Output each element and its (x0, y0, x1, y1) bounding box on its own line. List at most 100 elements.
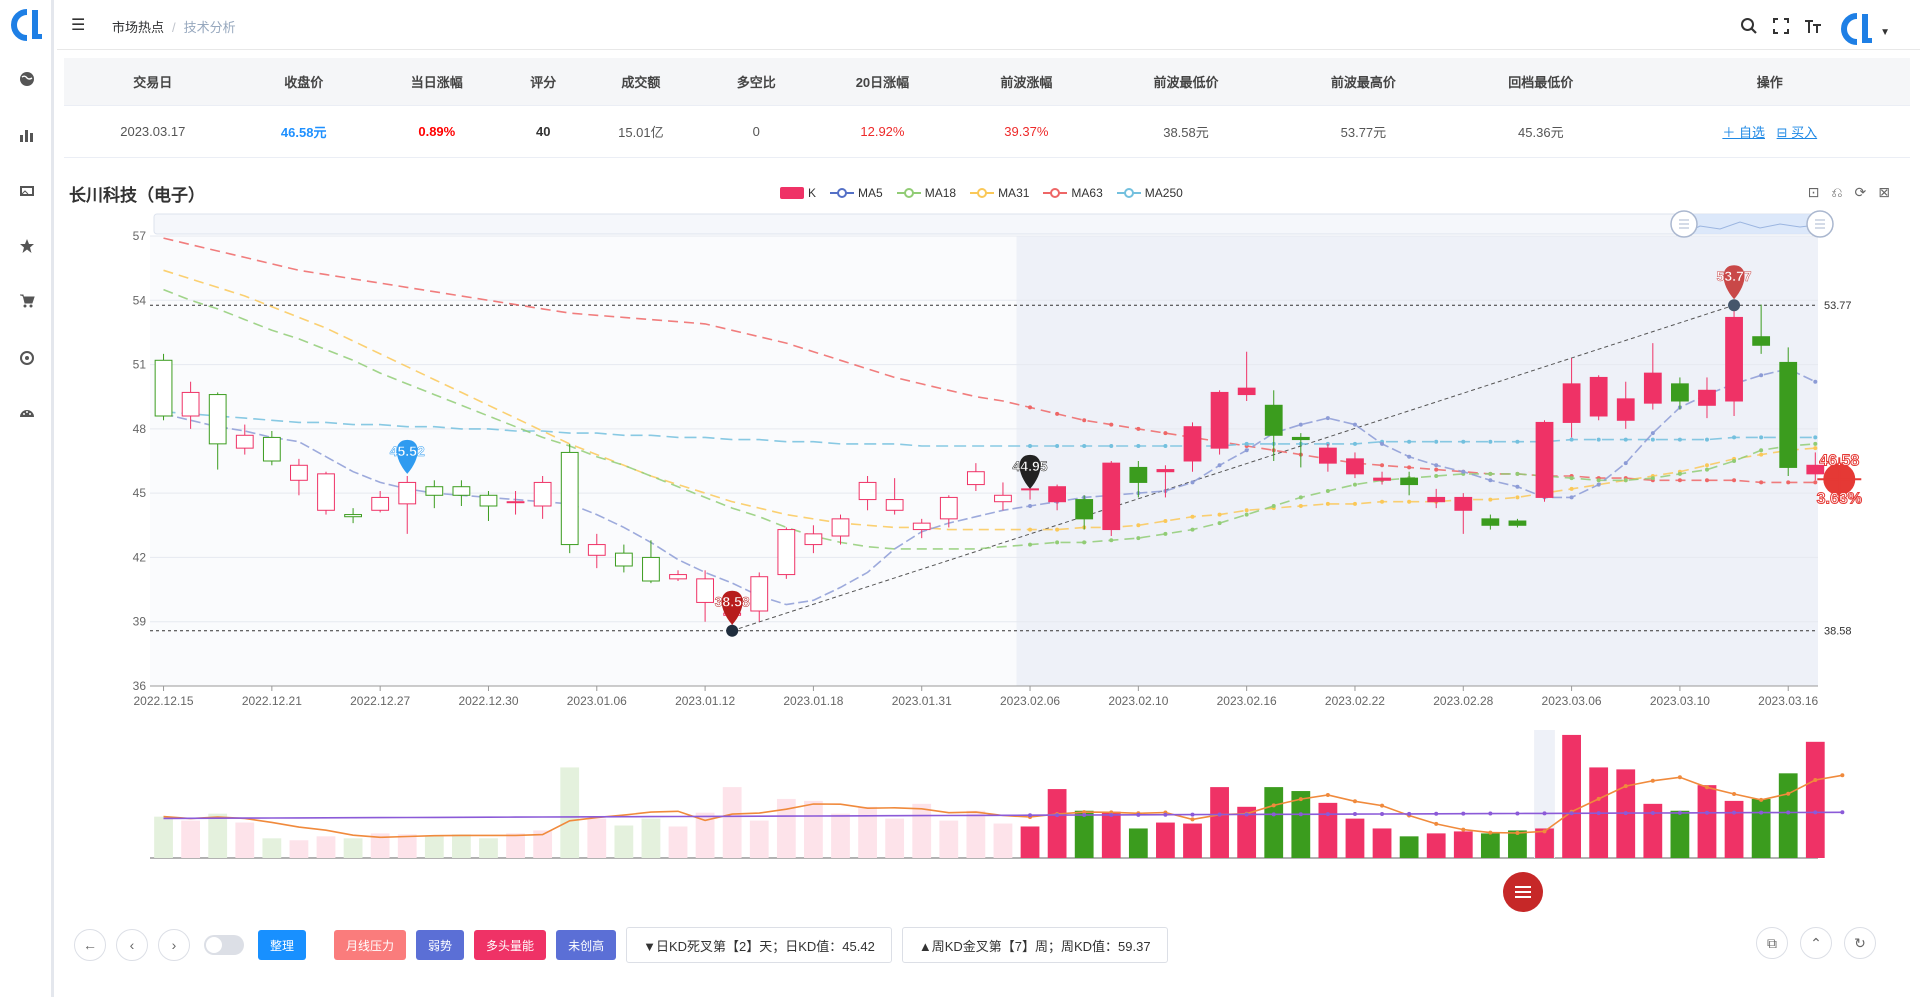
ma5-line-point (1190, 480, 1195, 485)
candle-body (1535, 421, 1554, 498)
ma63-line-point (1163, 431, 1168, 436)
ma18-line-point (1813, 441, 1818, 446)
ma5-line-point (1515, 484, 1520, 489)
volume-ma5-line-point (1732, 792, 1737, 796)
volume-ma5-line-point (1271, 803, 1276, 808)
volume-ma-long-line-point (1515, 811, 1520, 816)
volume-bar (1399, 836, 1419, 858)
candle-body (669, 574, 687, 580)
volume-ma-long-line-point (1704, 810, 1709, 815)
ma250-line-point (1028, 444, 1033, 448)
volume-bar (208, 813, 228, 858)
candle-body (1508, 520, 1527, 526)
month-pressure-button[interactable]: 月线压力 (334, 930, 407, 960)
candle-body (452, 486, 471, 496)
no-new-high-button[interactable]: 未创高 (556, 930, 617, 960)
copy-icon[interactable]: ⧉ (1756, 927, 1788, 959)
volume-bar (1020, 826, 1040, 858)
candle-body (1427, 496, 1446, 503)
candle-body (1048, 486, 1067, 503)
candle-body (371, 496, 390, 511)
candle-body (1291, 436, 1310, 441)
volume-bar (1562, 734, 1581, 858)
volume-bar (939, 820, 959, 858)
ma250-line-point (1813, 435, 1818, 440)
volume-bar (397, 834, 417, 858)
volume-bar (1480, 833, 1500, 858)
candle (1589, 375, 1608, 421)
volume-ma-long-line-point (1109, 812, 1114, 817)
ma31-line-point (1217, 512, 1222, 517)
volume-bar (993, 823, 1013, 858)
volume-bar (1101, 811, 1121, 858)
collapse-up-icon[interactable]: ⌃ (1800, 927, 1832, 959)
candle (1779, 347, 1798, 476)
volume-ma-long-line-point (1786, 810, 1791, 815)
y-tick-label: 54 (133, 293, 147, 307)
x-tick-label: 2022.12.15 (134, 694, 194, 708)
ma5-line-point (1488, 478, 1493, 483)
ma63-line-point (1082, 418, 1087, 423)
ma63-line-point (1407, 465, 1412, 470)
kline-chart[interactable]: 36 39 42 45 48 51 54 57 2022.12.15 2022.12.21 2022… (0, 0, 1920, 997)
volume-bar (1345, 818, 1365, 858)
volume-bar (1724, 800, 1744, 858)
candle-body (1156, 469, 1175, 473)
candle-body (1671, 383, 1689, 402)
ma250-line-point (1759, 435, 1764, 440)
volume-bar (749, 820, 769, 858)
candle-body (1373, 477, 1391, 481)
volume-bar (154, 816, 173, 858)
bull-volume-button[interactable]: 多头量能 (474, 930, 547, 960)
volume-ma-long-line-point (1434, 811, 1439, 816)
ma5-line-point (1028, 504, 1033, 508)
volume-bar (1318, 802, 1338, 858)
candle-body (1075, 499, 1094, 520)
volume-ma5-line-point (1298, 797, 1303, 802)
volume-ma-long-line-point (1190, 812, 1195, 817)
ma18-line-point (1569, 476, 1574, 481)
organize-button[interactable]: 整理 (258, 930, 307, 960)
ma63-line-point (1786, 480, 1791, 485)
ma63-line-point (1759, 480, 1764, 485)
volume-bar (587, 818, 607, 858)
volume-ma-long-line-point (1271, 812, 1276, 817)
weak-button[interactable]: 弱势 (416, 930, 465, 960)
volume-bar (181, 820, 201, 858)
mode-toggle[interactable] (204, 935, 244, 955)
ma63-line-point (1136, 426, 1141, 431)
volume-bar (1074, 810, 1094, 858)
volume-ma-long-line-point (1596, 811, 1601, 816)
volume-bar (614, 825, 634, 858)
ma18-line-point (1217, 521, 1222, 526)
y-tick-label: 42 (133, 550, 147, 564)
back-arrow-icon[interactable]: ← (74, 929, 106, 961)
ma250-line-point (1488, 439, 1493, 444)
candle (154, 353, 173, 421)
volume-bar (912, 803, 932, 858)
candle-body (994, 494, 1012, 503)
volume-ma-long-line-point (1136, 812, 1141, 817)
ma31-line-point (1325, 501, 1330, 506)
volume-ma-long-line-point (1407, 811, 1412, 816)
volume-ma5-line-point (1488, 830, 1493, 835)
ma18-line-point (1028, 542, 1033, 547)
x-tick-label: 2023.03.06 (1542, 694, 1602, 708)
refresh-icon[interactable]: ↻ (1844, 927, 1876, 959)
x-tick-label: 2023.01.06 (567, 694, 627, 708)
ma5-line-point (1461, 469, 1466, 474)
volume-bar (1751, 798, 1771, 858)
ma18-line-point (1352, 482, 1357, 487)
ma31-line-point (1759, 452, 1764, 457)
volume-bar (1128, 828, 1148, 858)
volume-ma5-line-point (1596, 796, 1601, 801)
ma250-line-point (1407, 439, 1412, 444)
next-icon[interactable]: › (158, 929, 190, 961)
ma63-line-point (1813, 480, 1818, 485)
ma18-line-point (1596, 478, 1601, 483)
ma18-line-point (1677, 471, 1682, 476)
volume-bar (1805, 741, 1825, 858)
prev-icon[interactable]: ‹ (116, 929, 148, 961)
candle-body (1346, 458, 1364, 475)
volume-bar (1156, 822, 1175, 858)
